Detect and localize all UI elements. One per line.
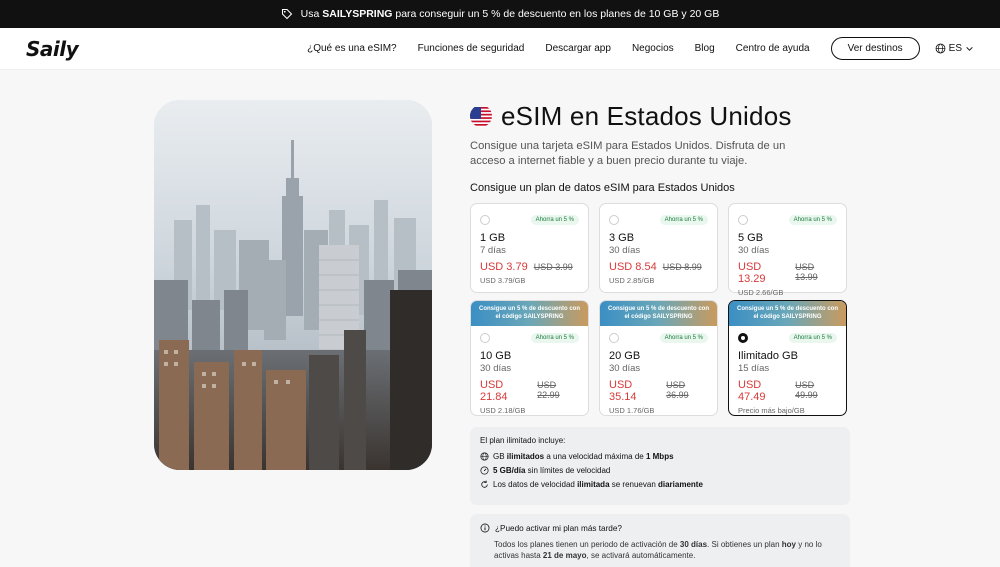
plan-duration: 30 días — [738, 245, 770, 256]
product-panel: eSIM en Estados Unidos Consigue una tarj… — [470, 100, 850, 567]
unlimited-feature-speed: GB ilimitados a una velocidad máxima de … — [480, 452, 840, 461]
save-badge: Ahorra un 5 % — [530, 333, 579, 343]
globe-icon — [935, 43, 946, 54]
plan-old-price: USD 8.99 — [662, 262, 702, 272]
plan-card-10gb[interactable]: Consigue un 5 % de descuento con el códi… — [470, 300, 589, 416]
promo-banner: Usa SAILYSPRING para conseguir un 5 % de… — [0, 0, 1000, 28]
language-code: ES — [948, 43, 962, 54]
globe-icon — [480, 452, 489, 461]
plan-price-per-gb: USD 2.85/GB — [609, 276, 655, 285]
plan-price: USD 8.54 — [609, 261, 657, 273]
nav-link-what-is-esim[interactable]: ¿Qué es una eSIM? — [307, 43, 397, 54]
nav-link-help[interactable]: Centro de ayuda — [736, 43, 810, 54]
promo-strip: Consigue un 5 % de descuento con el códi… — [729, 301, 846, 326]
plan-price: USD 13.29 — [738, 261, 766, 285]
plan-price-per-gb: Precio más bajo/GB — [738, 406, 805, 415]
info-icon — [480, 523, 490, 533]
chevron-down-icon — [966, 47, 973, 51]
saily-logo[interactable]: Saily — [26, 37, 79, 61]
plan-size: 20 GB — [609, 350, 641, 362]
nav-link-blog[interactable]: Blog — [695, 43, 715, 54]
nav-links: ¿Qué es una eSIM? Funciones de seguridad… — [307, 37, 974, 60]
plan-size: 3 GB — [609, 232, 635, 244]
title-text: eSIM en Estados Unidos — [501, 100, 792, 131]
promo-strip: Consigue un 5 % de descuento con el códi… — [471, 301, 588, 326]
plan-old-price: USD 49.99 — [795, 380, 818, 400]
unlimited-feature-renew: Los datos de velocidad ilimitada se renu… — [480, 480, 840, 489]
unlimited-plan-info: El plan ilimitado incluye: GB ilimitados… — [470, 427, 850, 505]
save-badge: Ahorra un 5 % — [659, 215, 708, 225]
save-badge: Ahorra un 5 % — [659, 333, 708, 343]
page-title: eSIM en Estados Unidos — [470, 100, 850, 132]
plan-duration: 30 días — [480, 363, 512, 374]
plan-radio[interactable] — [609, 333, 619, 343]
faq-question: ¿Puedo activar mi plan más tarde? — [480, 523, 840, 533]
plan-radio[interactable] — [480, 333, 490, 343]
nav-link-business[interactable]: Negocios — [632, 43, 674, 54]
plan-duration: 30 días — [609, 245, 641, 256]
plan-price-per-gb: USD 1.76/GB — [609, 406, 655, 415]
refresh-icon — [481, 480, 488, 488]
us-flag-icon — [470, 105, 492, 127]
plan-price: USD 35.14 — [609, 379, 637, 403]
plans-heading: Consigue un plan de datos eSIM para Esta… — [470, 182, 735, 194]
unlimited-feature-daily: 5 GB/día sin límites de velocidad — [480, 466, 840, 475]
plan-card-3gb[interactable]: Ahorra un 5 % 3 GB 30 días USD 8.54 USD 8… — [599, 203, 718, 293]
promo-text: Usa SAILYSPRING para conseguir un 5 % de… — [300, 8, 720, 20]
plan-price-per-gb: USD 2.66/GB — [738, 288, 784, 297]
plan-card-20gb[interactable]: Consigue un 5 % de descuento con el códi… — [599, 300, 718, 416]
faq-question-text: ¿Puedo activar mi plan más tarde? — [495, 523, 622, 533]
view-destinations-button[interactable]: Ver destinos — [830, 37, 920, 60]
save-badge: Ahorra un 5 % — [788, 333, 837, 343]
plan-radio-selected[interactable] — [738, 333, 748, 343]
plan-size: 5 GB — [738, 232, 764, 244]
plan-old-price: USD 3.99 — [533, 262, 573, 272]
top-nav: Saily ¿Qué es una eSIM? Funciones de seg… — [0, 28, 1000, 70]
plan-card-unlimited[interactable]: Consigue un 5 % de descuento con el códi… — [728, 300, 847, 416]
plan-price-per-gb: USD 2.18/GB — [480, 406, 526, 415]
plan-price: USD 21.84 — [480, 379, 508, 403]
page-description: Consigue una tarjeta eSIM para Estados U… — [470, 140, 786, 167]
new-york-skyline-image — [154, 100, 432, 470]
plan-card-1gb[interactable]: Ahorra un 5 % 1 GB 7 días USD 3.79 USD 3.… — [470, 203, 589, 293]
plan-price: USD 47.49 — [738, 379, 766, 403]
plan-size: 1 GB — [480, 232, 506, 244]
language-selector[interactable]: ES — [935, 43, 974, 54]
plan-price-per-gb: USD 3.79/GB — [480, 276, 526, 285]
plan-duration: 7 días — [480, 245, 506, 256]
tag-icon — [281, 8, 292, 20]
nav-link-download[interactable]: Descargar app — [545, 43, 611, 54]
plan-old-price: USD 13.99 — [795, 262, 818, 282]
plan-old-price: USD 22.99 — [537, 380, 560, 400]
unlimited-info-title: El plan ilimitado incluye: — [480, 436, 566, 445]
plan-size: 10 GB — [480, 350, 512, 362]
plan-radio[interactable] — [609, 215, 619, 225]
plan-card-5gb[interactable]: Ahorra un 5 % 5 GB 30 días USD 13.29 USD … — [728, 203, 847, 297]
plan-size: Ilimitado GB — [738, 350, 798, 362]
plan-radio[interactable] — [480, 215, 490, 225]
promo-strip: Consigue un 5 % de descuento con el códi… — [600, 301, 717, 326]
plan-price: USD 3.79 — [480, 261, 528, 273]
save-badge: Ahorra un 5 % — [788, 215, 837, 225]
plan-radio[interactable] — [738, 215, 748, 225]
speedometer-icon — [480, 466, 489, 475]
faq-answer: Todos los planes tienen un periodo de ac… — [494, 540, 822, 560]
plan-duration: 15 días — [738, 363, 770, 374]
nav-link-security[interactable]: Funciones de seguridad — [418, 43, 525, 54]
plan-old-price: USD 36.99 — [666, 380, 689, 400]
plans-grid: Ahorra un 5 % 1 GB 7 días USD 3.79 USD 3.… — [470, 203, 850, 416]
plan-duration: 30 días — [609, 363, 641, 374]
activation-faq: ¿Puedo activar mi plan más tarde? Todos … — [470, 514, 850, 567]
save-badge: Ahorra un 5 % — [530, 215, 579, 225]
